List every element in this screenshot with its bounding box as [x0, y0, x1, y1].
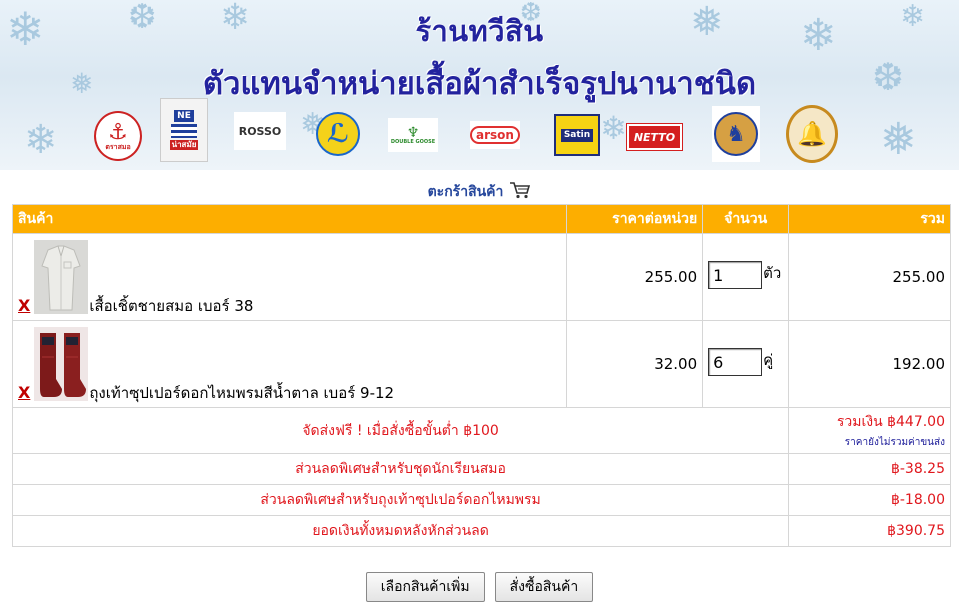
product-name: เสื้อเชิ้ตชายสมอ เบอร์ 38: [89, 297, 254, 315]
line-total-cell: 255.00: [788, 233, 951, 321]
discount-row: ส่วนลดพิเศษสำหรับชุดนักเรียนสมอ ฿-38.25: [11, 453, 951, 485]
shop-name: ร้านทวีสิน: [415, 14, 544, 48]
shop-banner: ❄ ❅ ❆ ❄ ❄ ❅ ❆ ❄ ❅ ❄ ❆ ❄ ❅ ❄ ร้านทวีสิน ต…: [0, 0, 959, 170]
cart-header-row: สินค้า ราคาต่อหน่วย จำนวน รวม: [11, 204, 951, 234]
quantity-cell: คู่: [702, 320, 790, 408]
product-name: ถุงเท้าซุปเปอร์ดอกไหมพรมสีน้ำตาล เบอร์ 9…: [89, 384, 395, 402]
quantity-input[interactable]: [708, 261, 763, 289]
subtotal-note: ราคายังไม่รวมค่าขนส่ง: [844, 437, 945, 448]
shipping-row: จัดส่งฟรี ! เมื่อสั่งซื้อขั้นต่ำ ฿100 รว…: [11, 407, 951, 454]
product-thumbnail: [34, 327, 89, 401]
table-row: X เสื้อเชิ้ตชายสมอ เบอร์ 38 255.00 1 ตัว…: [11, 233, 951, 321]
product-cell: X ถุงเท้าซุปเปอร์ดอกไหมพรมสีน้ำตาล เบอร์…: [11, 320, 568, 408]
navy-brand-logo: NE น่าสมัย: [160, 98, 208, 162]
rosso-brand-logo: ROSSO: [234, 112, 286, 150]
column-header-total: รวม: [788, 204, 951, 234]
column-header-quantity: จำนวน: [702, 204, 790, 234]
cart-table: สินค้า ราคาต่อหน่วย จำนวน รวม X เสื้อเชิ…: [11, 204, 951, 547]
cart-title: ตะกร้าสินค้า: [427, 184, 504, 200]
cart-heading: ตะกร้าสินค้า: [0, 181, 959, 203]
anchor-brand-logo: ⚓ ตราสมอ: [94, 111, 142, 161]
discount-amount: ฿-18.00: [788, 484, 951, 516]
discount-amount: ฿-38.25: [788, 453, 951, 485]
grand-total-row: ยอดเงินทั้งหมดหลังหักส่วนลด ฿390.75: [11, 515, 951, 547]
column-header-product: สินค้า: [11, 204, 568, 234]
remove-item-button[interactable]: X: [18, 385, 30, 401]
product-thumbnail: [34, 240, 89, 314]
discount-label: ส่วนลดพิเศษสำหรับถุงเท้าซุปเปอร์ดอกไหมพร…: [11, 484, 790, 516]
checkout-button[interactable]: สั่งซื้อสินค้า: [494, 572, 594, 602]
netto-brand-logo: NETTO: [627, 124, 682, 150]
grand-total-amount: ฿390.75: [788, 515, 951, 547]
unit-price-cell: 255.00: [566, 233, 704, 321]
grand-total-label: ยอดเงินทั้งหมดหลังหักส่วนลด: [11, 515, 790, 547]
snowflake-icon: ❄: [24, 117, 58, 163]
column-header-unit-price: ราคาต่อหน่วย: [566, 204, 704, 234]
unit-price-cell: 32.00: [566, 320, 704, 408]
satin-brand-logo: Satin: [554, 114, 600, 156]
quantity-input[interactable]: [708, 348, 763, 376]
swoosh-brand-logo: ℒ: [316, 112, 360, 156]
horse-brand-logo: ♞: [712, 106, 760, 162]
arson-brand-logo: arson: [470, 121, 520, 149]
discount-label: ส่วนลดพิเศษสำหรับชุดนักเรียนสมอ: [11, 453, 790, 485]
line-total-cell: 192.00: [788, 320, 951, 408]
bells-brand-logo: 🔔: [786, 105, 838, 163]
free-shipping-note: จัดส่งฟรี ! เมื่อสั่งซื้อขั้นต่ำ ฿100: [11, 407, 790, 454]
discount-row: ส่วนลดพิเศษสำหรับถุงเท้าซุปเปอร์ดอกไหมพร…: [11, 484, 951, 516]
shop-tagline: ตัวแทนจำหน่ายเสื้อผ้าสำเร็จรูปนานาชนิด: [202, 66, 757, 102]
quantity-cell: ตัว: [702, 233, 790, 321]
subtotal-cell: รวมเงิน ฿447.00 ราคายังไม่รวมค่าขนส่ง: [788, 407, 951, 454]
table-row: X ถุงเท้าซุปเปอร์ดอกไหมพรมสีน้ำตาล เบอร์…: [11, 320, 951, 408]
double-goose-brand-logo: ♆ DOUBLE GOOSE: [388, 118, 438, 152]
continue-shopping-button[interactable]: เลือกสินค้าเพิ่ม: [365, 572, 485, 602]
subtotal-amount: รวมเงิน ฿447.00: [836, 414, 945, 430]
snowflake-icon: ❄: [600, 109, 627, 147]
quantity-unit: ตัว: [763, 264, 782, 282]
shopping-cart-icon: [509, 181, 531, 203]
product-cell: X เสื้อเชิ้ตชายสมอ เบอร์ 38: [11, 233, 568, 321]
cart-actions: เลือกสินค้าเพิ่ม สั่งซื้อสินค้า: [0, 572, 959, 602]
remove-item-button[interactable]: X: [18, 298, 30, 314]
snowflake-icon: ❅: [880, 114, 917, 165]
quantity-unit: คู่: [763, 351, 774, 369]
